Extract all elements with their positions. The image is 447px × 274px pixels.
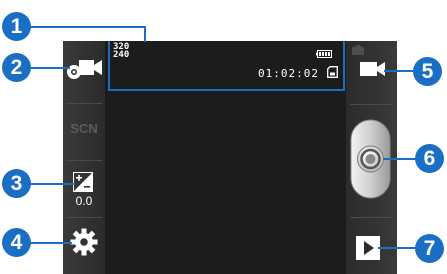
callout-7: 7 (415, 234, 444, 263)
callout-leader-7 (378, 247, 416, 249)
callout-1: 1 (2, 12, 31, 41)
callout-leader-3 (30, 183, 75, 185)
divider (66, 217, 102, 218)
callout-5: 5 (413, 57, 442, 86)
exposure-icon[interactable] (73, 172, 93, 192)
callout-4: 4 (2, 228, 31, 257)
indicator-area (108, 41, 345, 91)
divider (350, 217, 393, 218)
divider (66, 160, 102, 161)
camcorder-screen-diagram: 320 240 01:02:02 SCN 0.0 1 2 3 4 5 6 7 (0, 0, 447, 274)
exposure-value: 0.0 (75, 194, 93, 208)
camcorder-mode-icon[interactable] (66, 56, 103, 80)
callout-leader-2 (30, 67, 70, 69)
battery-icon (316, 50, 332, 58)
divider (66, 103, 102, 104)
gear-icon[interactable] (70, 228, 98, 256)
memory-card-icon (327, 66, 338, 78)
camcorder-icon[interactable] (360, 60, 386, 78)
recording-time: 01:02:02 (258, 67, 319, 80)
callout-3: 3 (2, 169, 31, 198)
callout-leader-1 (144, 26, 146, 42)
play-icon[interactable] (356, 236, 380, 260)
divider (350, 104, 393, 105)
callout-leader-1 (30, 26, 146, 28)
callout-leader-4 (30, 242, 72, 244)
scene-mode-button[interactable]: SCN (66, 121, 102, 136)
resolution-indicator: 320 240 (113, 43, 130, 60)
callout-2: 2 (2, 53, 31, 82)
resolution-height: 240 (113, 50, 130, 60)
callout-leader-5 (384, 70, 414, 72)
camera-icon (352, 45, 364, 55)
callout-leader-6 (383, 158, 417, 160)
callout-6: 6 (415, 144, 444, 173)
